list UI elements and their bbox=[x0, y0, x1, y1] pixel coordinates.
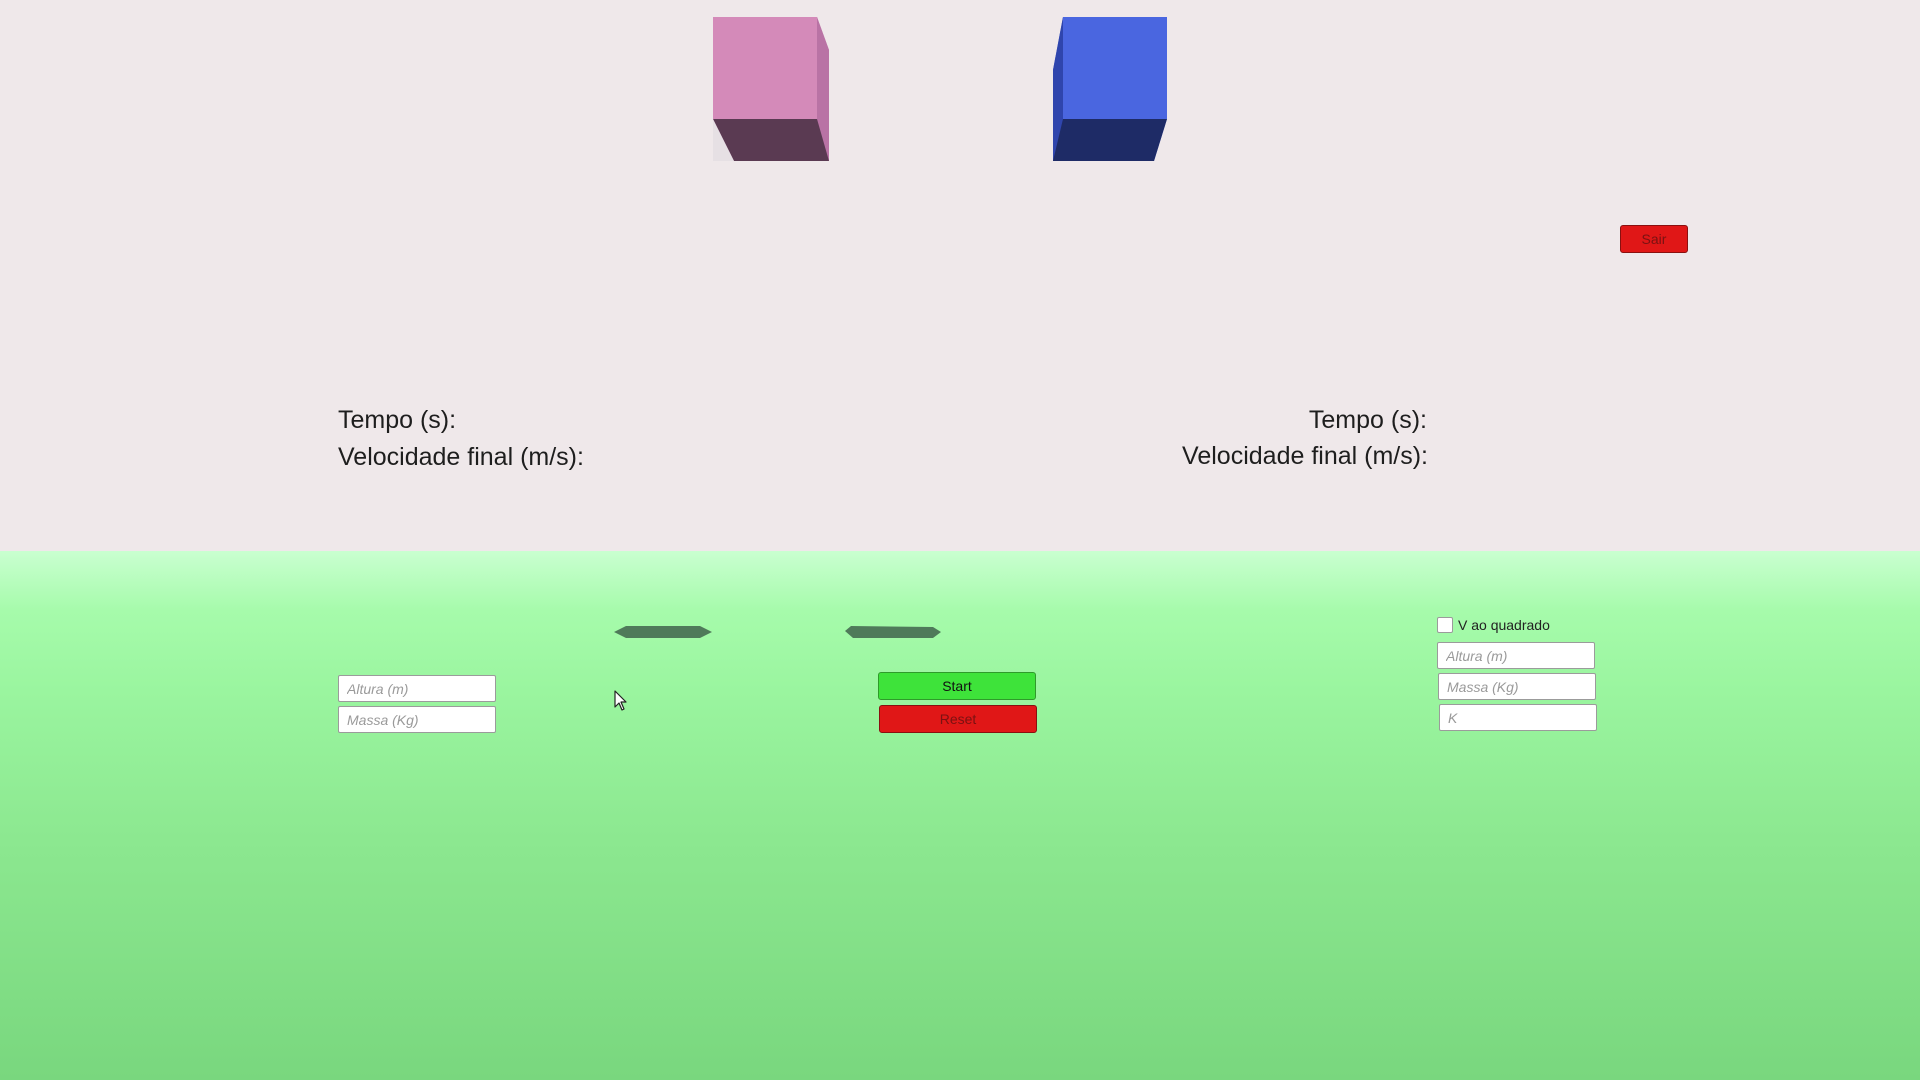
v-ao-quadrado-label: V ao quadrado bbox=[1458, 617, 1550, 633]
pink-cube-shadow bbox=[614, 626, 712, 638]
reset-button[interactable]: Reset bbox=[879, 705, 1037, 733]
left-massa-input[interactable] bbox=[338, 706, 496, 733]
right-tempo-label: Tempo (s): bbox=[1308, 406, 1427, 434]
v-ao-quadrado-checkbox[interactable] bbox=[1437, 617, 1453, 633]
right-altura-input[interactable] bbox=[1437, 642, 1595, 669]
left-tempo-label: Tempo (s): bbox=[338, 406, 457, 434]
mouse-pointer-icon bbox=[614, 690, 627, 711]
right-massa-input[interactable] bbox=[1438, 673, 1596, 700]
right-k-input[interactable] bbox=[1439, 704, 1597, 731]
left-velocidade-label: Velocidade final (m/s): bbox=[338, 443, 584, 471]
right-velocidade-label: Velocidade final (m/s): bbox=[1182, 442, 1428, 470]
pink-cube bbox=[713, 17, 829, 161]
sair-button[interactable]: Sair bbox=[1620, 225, 1688, 253]
start-button[interactable]: Start bbox=[878, 672, 1036, 700]
v-ao-quadrado-option[interactable]: V ao quadrado bbox=[1437, 617, 1550, 633]
sky-background bbox=[0, 0, 1920, 551]
blue-cube-shadow bbox=[845, 626, 941, 638]
ground-plane bbox=[0, 551, 1920, 1080]
blue-cube bbox=[1053, 17, 1167, 161]
left-altura-input[interactable] bbox=[338, 675, 496, 702]
